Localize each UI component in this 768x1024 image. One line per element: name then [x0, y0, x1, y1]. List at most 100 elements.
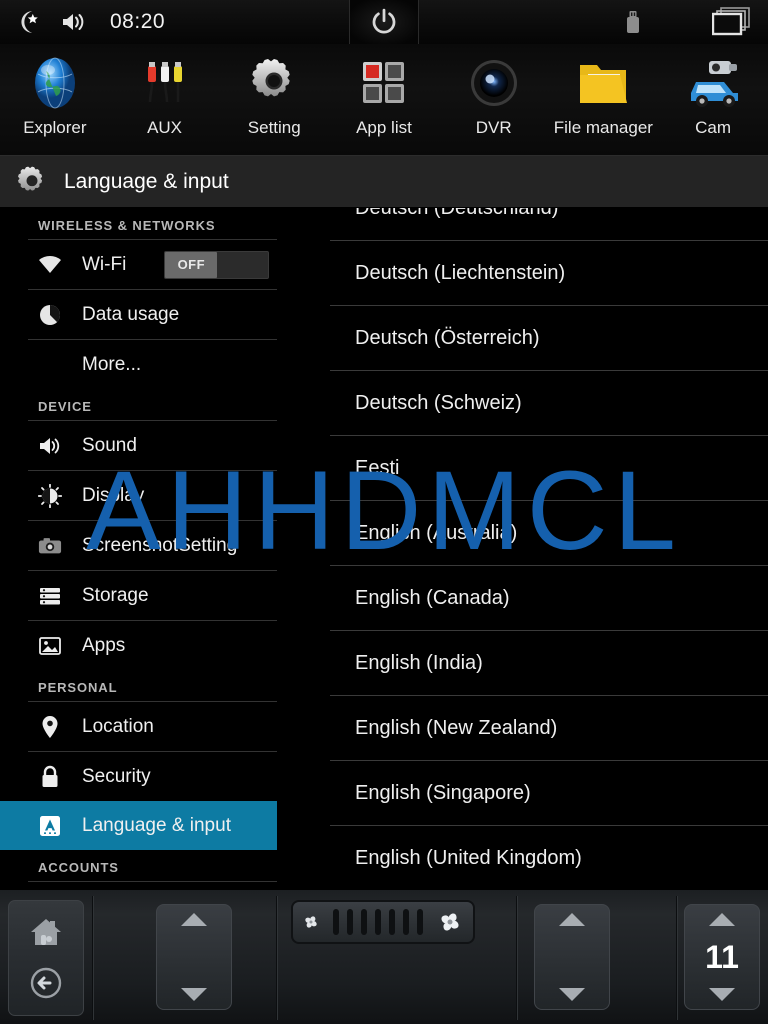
dock-label: App list	[356, 118, 412, 137]
sidebar-item-language-input[interactable]: Language & input	[0, 801, 277, 850]
status-bar: 08:20	[0, 0, 768, 44]
chevron-up-icon[interactable]	[709, 913, 735, 926]
sidebar-item-apps[interactable]: Apps	[0, 621, 330, 670]
fan-level-value: 11	[705, 938, 739, 975]
sidebar-item-screenshot-setting[interactable]: ScreenshotSetting	[0, 521, 330, 570]
app-grid-icon	[353, 52, 415, 114]
status-bar-left: 08:20	[0, 9, 165, 35]
sidebar-section-header: DEVICE	[38, 399, 92, 414]
list-item[interactable]: English (Canada)	[330, 566, 768, 631]
dock-item-app-list[interactable]: App list	[329, 44, 438, 138]
language-list[interactable]: Deutsch (Deutschland) Deutsch (Liechtens…	[330, 208, 768, 888]
language-label: English (India)	[355, 651, 483, 674]
chevron-up-icon[interactable]	[181, 913, 207, 926]
chevron-down-icon[interactable]	[559, 988, 585, 1001]
language-label: English (United Kingdom)	[355, 846, 582, 869]
sidebar-item-label: Sound	[82, 434, 137, 456]
pie-chart-icon	[38, 303, 62, 327]
recent-apps-icon[interactable]	[711, 7, 752, 37]
sidebar-item-label: ScreenshotSetting	[82, 534, 238, 556]
settings-body: WIRELESS & NETWORKS Wi-Fi OFF Data usage…	[0, 208, 768, 888]
fan-level-ticks	[333, 909, 423, 935]
dock-label: Cam	[695, 118, 732, 137]
divider	[92, 896, 93, 1020]
sidebar-item-label: Language & input	[82, 814, 231, 836]
app-dock: Explorer AUX Setting App list DVR File m…	[0, 44, 768, 156]
speaker-icon	[38, 434, 62, 458]
wifi-icon	[38, 253, 62, 277]
sidebar-item-data-usage[interactable]: Data usage	[0, 290, 330, 339]
dock-item-setting[interactable]: Setting	[220, 44, 329, 138]
sidebar-item-sound[interactable]: Sound	[0, 421, 330, 470]
chevron-up-icon[interactable]	[559, 913, 585, 926]
list-item[interactable]: Deutsch (Österreich)	[330, 306, 768, 371]
chevron-down-icon[interactable]	[181, 988, 207, 1001]
sidebar-item-label: Wi-Fi	[82, 253, 127, 275]
sidebar-item-location[interactable]: Location	[0, 702, 330, 751]
fan-level-stepper[interactable]: 11	[684, 904, 760, 1010]
sidebar-item-label: Display	[82, 484, 145, 506]
language-label: Deutsch (Liechtenstein)	[355, 261, 566, 284]
tick	[361, 909, 367, 935]
folder-icon	[572, 52, 634, 114]
power-icon	[369, 7, 399, 37]
sidebar-item-label: Apps	[82, 634, 126, 656]
list-item[interactable]: Deutsch (Liechtenstein)	[330, 241, 768, 306]
settings-header: Language & input	[0, 156, 768, 208]
settings-sidebar: WIRELESS & NETWORKS Wi-Fi OFF Data usage…	[0, 208, 330, 888]
language-label: English (Australia)	[355, 521, 518, 544]
dock-label: Explorer	[23, 118, 87, 137]
dock-item-dvr[interactable]: DVR	[439, 44, 548, 138]
dock-item-cam[interactable]: Cam	[659, 44, 768, 138]
list-item[interactable]: English (India)	[330, 631, 768, 696]
language-list-scroll: Deutsch (Deutschland) Deutsch (Liechtens…	[330, 208, 768, 888]
list-item[interactable]: Deutsch (Deutschland)	[330, 208, 768, 241]
tick	[347, 909, 353, 935]
moon-star-icon	[16, 9, 42, 35]
sidebar-item-more[interactable]: More...	[0, 340, 330, 389]
list-item[interactable]: English (Singapore)	[330, 761, 768, 826]
apps-image-icon	[38, 634, 62, 658]
sidebar-item-wifi[interactable]: Wi-Fi OFF	[0, 240, 330, 289]
chevron-down-icon[interactable]	[709, 988, 735, 1001]
dock-label: File manager	[553, 118, 653, 137]
language-label: Deutsch (Österreich)	[355, 326, 540, 349]
screen: 08:20 Explorer AUX Setting App list DVR …	[0, 0, 768, 1024]
language-label: English (Canada)	[355, 586, 510, 609]
sidebar-item-storage[interactable]: Storage	[0, 571, 330, 620]
dock-item-aux[interactable]: AUX	[110, 44, 219, 138]
sidebar-item-label: More...	[82, 353, 142, 375]
list-item[interactable]: English (Australia)	[330, 501, 768, 566]
lock-icon	[38, 765, 62, 789]
wifi-toggle[interactable]: OFF	[164, 250, 270, 279]
sidebar-item-display[interactable]: Display	[0, 471, 330, 520]
list-item[interactable]: Deutsch (Schweiz)	[330, 371, 768, 436]
list-item[interactable]: English (New Zealand)	[330, 696, 768, 761]
list-item[interactable]: Eesti	[330, 436, 768, 501]
tick	[375, 909, 381, 935]
dock-label: AUX	[147, 118, 183, 137]
dock-item-file-manager[interactable]: File manager	[549, 44, 658, 138]
list-item[interactable]: English (United Kingdom)	[330, 826, 768, 888]
divider	[28, 881, 277, 882]
home-icon[interactable]	[28, 916, 64, 948]
usb-storage-icon	[624, 9, 642, 35]
sidebar-item-security[interactable]: Security	[0, 752, 330, 801]
dock-label: DVR	[475, 118, 512, 137]
brightness-icon	[38, 483, 62, 508]
fan-speed-slider[interactable]	[291, 900, 475, 944]
right-temp-stepper[interactable]	[534, 904, 610, 1010]
clock-time: 08:20	[110, 10, 166, 33]
divider	[676, 896, 677, 1020]
dock-item-explorer[interactable]: Explorer	[0, 44, 109, 138]
left-temp-stepper[interactable]	[156, 904, 232, 1010]
sidebar-item-label: Data usage	[82, 303, 180, 325]
car-camera-icon	[682, 52, 744, 114]
speaker-icon	[60, 10, 88, 34]
back-arrow-icon[interactable]	[28, 965, 64, 1001]
camera-icon	[38, 534, 62, 558]
power-button[interactable]	[349, 0, 419, 44]
page-title: Language & input	[64, 169, 229, 193]
sidebar-section-header: PERSONAL	[38, 680, 118, 695]
map-pin-icon	[38, 715, 62, 739]
